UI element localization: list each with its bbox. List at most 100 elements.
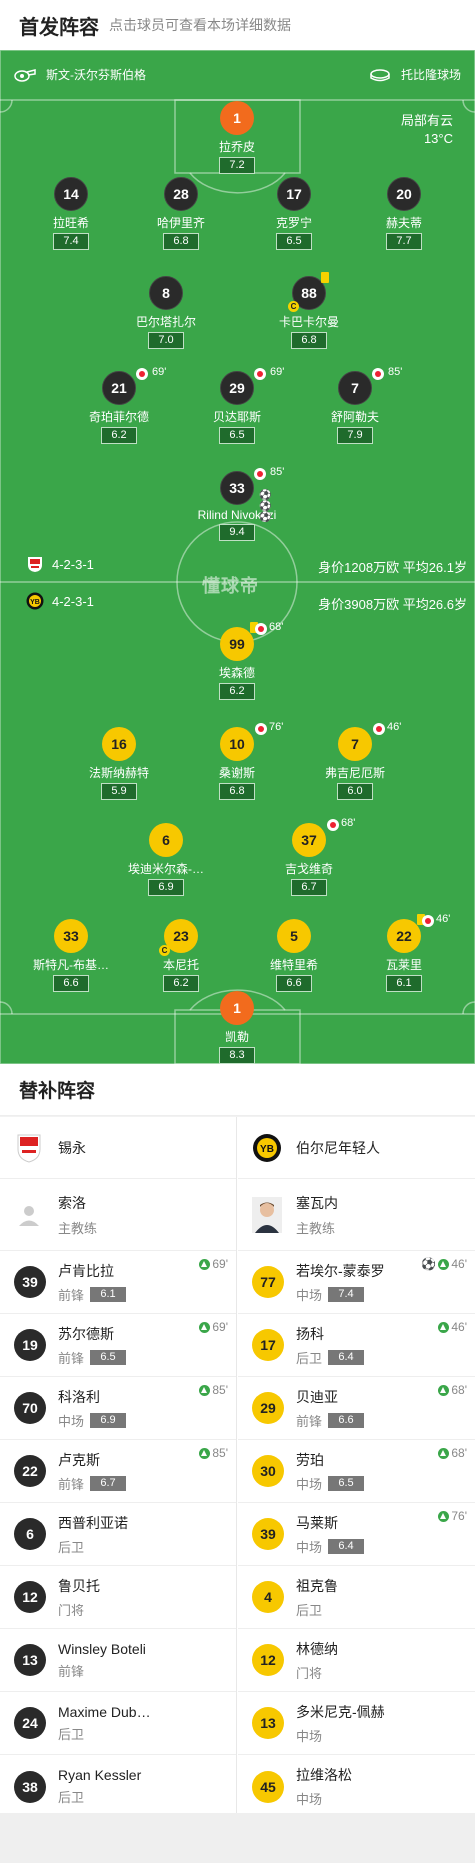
- away-player[interactable]: 37 68' 吉戈维奇 6.7: [254, 817, 364, 896]
- sub-name: 多米尼克-佩赫: [296, 1703, 385, 1720]
- player-name: 斯特凡-布基…: [33, 958, 109, 972]
- yellow-card-icon: [321, 272, 329, 283]
- home-formation: 4-2-3-1: [52, 557, 94, 572]
- page-footer: [0, 1813, 475, 1863]
- stadium-name: 托比隆球场: [400, 68, 461, 82]
- player-name: 埃森德: [218, 666, 255, 680]
- sub-player[interactable]: 39 马莱斯 中场 6.4 76': [238, 1503, 475, 1566]
- away-player[interactable]: 7 46' 弗吉尼厄斯 6.0: [300, 721, 410, 800]
- away-player[interactable]: 6 埃迪米尔森-… 6.9: [111, 823, 221, 896]
- home-player[interactable]: 29 69' 贝达耶斯 6.5: [182, 366, 292, 444]
- sub-name: 鲁贝托: [58, 1577, 100, 1594]
- sub-player[interactable]: 29 贝迪亚 前锋 6.6 68': [238, 1377, 475, 1440]
- referee-info: 斯文-沃尔芬斯伯格: [14, 66, 146, 83]
- sub-player[interactable]: 38 Ryan Kessler 后卫: [0, 1755, 236, 1818]
- sub-in-icon: [199, 1321, 211, 1333]
- captain-icon: C: [159, 945, 170, 956]
- sub-out-icon: [373, 723, 385, 735]
- player-name: 克罗宁: [275, 216, 312, 230]
- home-player[interactable]: 28 哈伊里齐 6.8: [126, 177, 236, 250]
- sub-player[interactable]: 77 若埃尔-蒙泰罗 中场 7.4 ⚽ 46': [238, 1251, 475, 1314]
- away-team-header[interactable]: YB 伯尔尼年轻人: [238, 1117, 475, 1179]
- sub-player[interactable]: 13 多米尼克-佩赫 中场: [238, 1692, 475, 1755]
- sub-player[interactable]: 13 Winsley Boteli 前锋: [0, 1629, 236, 1692]
- sub-minute: 68': [451, 1446, 467, 1460]
- sub-minute: 76': [451, 1509, 467, 1523]
- home-player[interactable]: 20 赫夫蒂 7.7: [349, 177, 459, 250]
- sub-player[interactable]: 12 林德纳 门将: [238, 1629, 475, 1692]
- sub-number: 13: [252, 1707, 284, 1739]
- player-name: 本尼托: [162, 958, 199, 972]
- sub-player[interactable]: 12 鲁贝托门将: [0, 1566, 236, 1629]
- home-player[interactable]: 7 85' 舒阿勒夫 7.9: [300, 366, 410, 444]
- player-name: 贝达耶斯: [212, 410, 261, 424]
- sub-name: 祖克鲁: [296, 1577, 338, 1594]
- player-number-text: 37: [301, 832, 317, 848]
- home-team-header[interactable]: 锡永: [0, 1117, 236, 1179]
- sub-player[interactable]: 70 科洛利 中场 6.9 85': [0, 1377, 236, 1440]
- away-coach[interactable]: 塞瓦内 主教练: [238, 1179, 475, 1251]
- sub-player[interactable]: 30 劳珀 中场 6.5 68': [238, 1440, 475, 1503]
- sub-position: 中场: [296, 1728, 323, 1744]
- sub-number: 39: [14, 1266, 46, 1298]
- away-player[interactable]: 22 46' 瓦莱里 6.1: [349, 913, 459, 992]
- sub-name: 卢肯比拉: [58, 1262, 114, 1279]
- player-name: 哈伊里齐: [156, 216, 205, 230]
- home-player[interactable]: 21 69' 奇珀菲尔德 6.2: [64, 366, 174, 444]
- sub-minute: 85': [270, 466, 285, 478]
- player-name: Rilind Nivokazi: [197, 508, 277, 522]
- sub-player[interactable]: 39 卢肯比拉 前锋 6.1 69': [0, 1251, 236, 1314]
- home-player[interactable]: 1 拉乔皮 7.2: [182, 101, 292, 174]
- player-number-text: 29: [229, 380, 245, 396]
- sub-player[interactable]: 6 西普利亚诺 后卫: [0, 1503, 236, 1566]
- sub-out-icon: [422, 915, 434, 927]
- sub-name: 拉维洛松: [296, 1767, 352, 1783]
- sub-in-icon: [438, 1384, 450, 1396]
- player-number: 7 85': [338, 366, 402, 405]
- player-number: 23 C: [159, 919, 198, 956]
- player-number-text: 10: [229, 736, 245, 752]
- player-rating: 7.7: [386, 233, 422, 250]
- home-player[interactable]: 8 巴尔塔扎尔 7.0: [111, 276, 221, 349]
- sub-number: 70: [14, 1392, 46, 1424]
- sub-number: 38: [14, 1770, 46, 1803]
- player-name: 法斯纳赫特: [88, 766, 149, 780]
- sub-name: 西普利亚诺: [58, 1514, 128, 1531]
- home-value: 身价1208万欧 平均26.1岁: [318, 560, 467, 575]
- home-player[interactable]: 17 克罗宁 6.5: [239, 177, 349, 250]
- sub-rating: 6.7: [90, 1475, 127, 1491]
- sub-player[interactable]: 22 卢克斯 前锋 6.7 85': [0, 1440, 236, 1503]
- home-player[interactable]: 33 85' ⚽⚽⚽ Rilind Nivokazi 9.4: [182, 466, 292, 541]
- away-player[interactable]: 1 凯勒 8.3: [182, 991, 292, 1064]
- home-player[interactable]: 14 拉旺希 7.4: [16, 177, 126, 250]
- sub-minute: 68': [451, 1383, 467, 1397]
- player-rating: 6.0: [337, 783, 373, 800]
- away-player[interactable]: 23 C 本尼托 6.2: [126, 919, 236, 992]
- away-player[interactable]: 16 法斯纳赫特 5.9: [64, 727, 174, 800]
- away-player[interactable]: 33 斯特凡-布基… 6.6: [16, 919, 126, 992]
- home-team-name: 锡永: [58, 1139, 86, 1156]
- stadium-icon: [370, 68, 390, 81]
- player-number: 21 69': [102, 366, 166, 405]
- away-player[interactable]: 99 68' 埃森德 6.2: [182, 621, 292, 700]
- sub-player[interactable]: 4 祖克鲁 后卫: [238, 1566, 475, 1629]
- player-name: 赫夫蒂: [385, 216, 422, 230]
- player-name: 埃迪米尔森-…: [128, 862, 204, 876]
- sub-name: Maxime Dub…: [58, 1703, 151, 1720]
- home-coach[interactable]: 索洛 主教练: [0, 1179, 236, 1251]
- sub-number: 12: [14, 1581, 46, 1613]
- away-player[interactable]: 5 维特里希 6.6: [239, 919, 349, 992]
- player-rating: 7.4: [53, 233, 89, 250]
- home-player[interactable]: 88 C 卡巴卡尔曼 6.8: [254, 272, 364, 349]
- sub-player[interactable]: 17 扬科 后卫 6.4 46': [238, 1314, 475, 1377]
- sub-in-icon: [438, 1510, 450, 1522]
- player-number: 14: [54, 177, 88, 211]
- sub-player[interactable]: 24 Maxime Dub… 后卫: [0, 1692, 236, 1755]
- sub-player[interactable]: 45 拉维洛松 中场: [238, 1755, 475, 1818]
- sub-position: 中场: [296, 1476, 323, 1492]
- sub-player[interactable]: 19 苏尔德斯 前锋 6.5 69': [0, 1314, 236, 1377]
- sub-rating: 6.6: [328, 1412, 365, 1428]
- player-number: 7 46': [338, 721, 401, 761]
- sub-position: 门将: [58, 1602, 85, 1618]
- away-player[interactable]: 10 76' 桑谢斯 6.8: [182, 721, 292, 800]
